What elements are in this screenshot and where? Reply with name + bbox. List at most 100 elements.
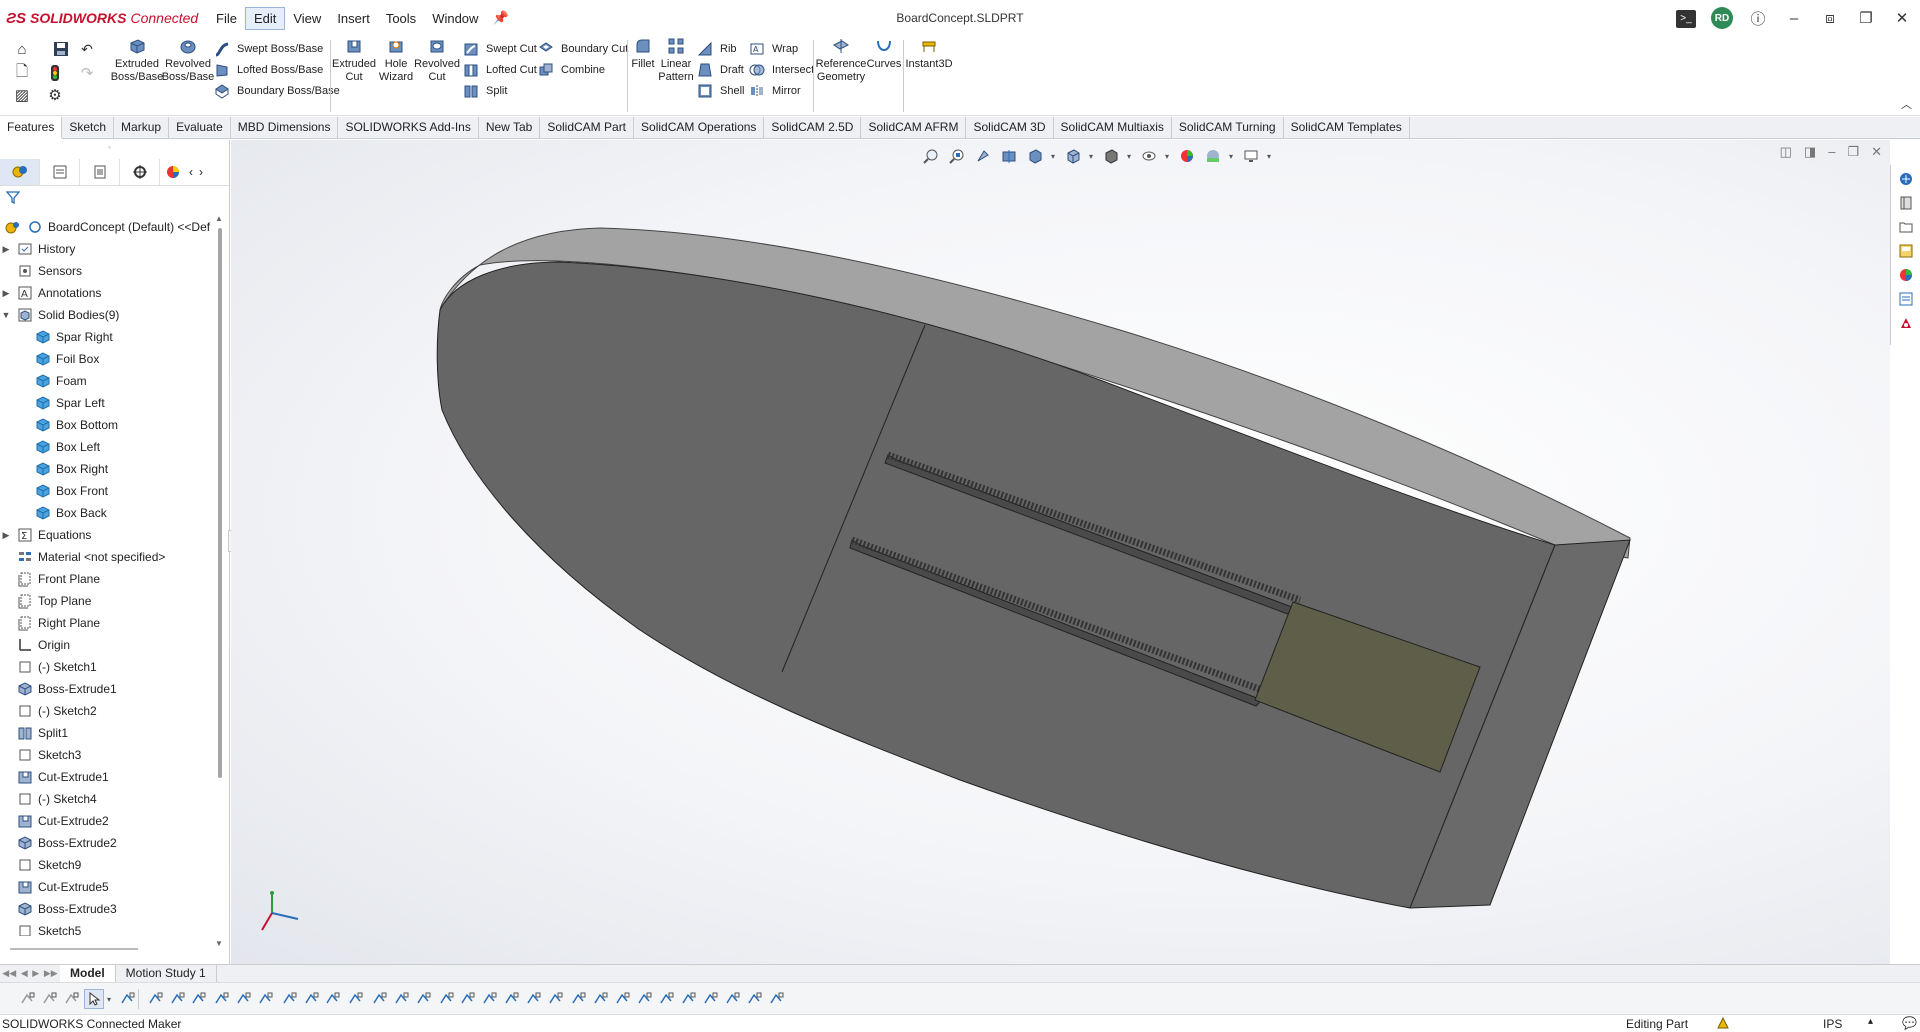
tab-new-tab[interactable]: New Tab bbox=[479, 117, 541, 139]
tree-item-foam[interactable]: Foam bbox=[0, 370, 214, 392]
reference-geometry-button[interactable]: Reference Geometry bbox=[816, 36, 866, 84]
dimxpert-manager-tab[interactable] bbox=[120, 158, 160, 185]
filter-toggle-icon[interactable] bbox=[40, 989, 60, 1009]
minimize-button[interactable]: – bbox=[1776, 10, 1812, 27]
tree-item-box-front[interactable]: Box Front bbox=[0, 480, 214, 502]
tab-sketch[interactable]: Sketch bbox=[62, 117, 115, 139]
tab-solidcam-turning[interactable]: SolidCAM Turning bbox=[1172, 117, 1284, 139]
tree-root[interactable]: BoardConcept (Default) <<Def bbox=[0, 216, 214, 238]
tab-solidcam-multiaxis[interactable]: SolidCAM Multiaxis bbox=[1054, 117, 1172, 139]
tree-item-cut-extrude5[interactable]: Cut-Extrude5 bbox=[0, 876, 214, 898]
filter-datum-icon[interactable] bbox=[502, 989, 522, 1009]
appearances-icon[interactable] bbox=[1896, 265, 1916, 285]
help-icon[interactable]: ⓘ bbox=[1740, 8, 1776, 29]
filter-centerlines-icon[interactable] bbox=[392, 989, 412, 1009]
scroll-down-icon[interactable]: ▼ bbox=[215, 939, 223, 948]
rebuild-status-icon[interactable] bbox=[1716, 1016, 1730, 1032]
tab-mbd-dimensions[interactable]: MBD Dimensions bbox=[231, 117, 339, 139]
tree-item-right-plane[interactable]: Right Plane bbox=[0, 612, 214, 634]
custom-properties-icon[interactable] bbox=[1896, 289, 1916, 309]
tree-item-sensors[interactable]: Sensors bbox=[0, 260, 214, 282]
tab-motion-study[interactable]: Motion Study 1 bbox=[116, 964, 217, 983]
tree-item-origin[interactable]: Origin bbox=[0, 634, 214, 656]
wrap-button[interactable]: A Wrap bbox=[748, 39, 798, 59]
tree-item-sketch1[interactable]: (-) Sketch1 bbox=[0, 656, 214, 678]
filter-surface-bodies-icon[interactable] bbox=[212, 989, 232, 1009]
property-manager-tab[interactable] bbox=[40, 158, 80, 185]
tree-item-foil-box[interactable]: Foil Box bbox=[0, 348, 214, 370]
split-button[interactable]: Split bbox=[462, 81, 507, 101]
expand-toggle-icon[interactable]: ▶ bbox=[0, 244, 12, 255]
boundary-boss-base-button[interactable]: Boundary Boss/Base bbox=[213, 81, 340, 101]
tree-item-solid-bodies-9[interactable]: ▼ Solid Bodies(9) bbox=[0, 304, 214, 326]
select-file-icon[interactable]: ▨ bbox=[11, 84, 33, 106]
menu-window[interactable]: Window bbox=[424, 8, 486, 29]
tree-item-box-bottom[interactable]: Box Bottom bbox=[0, 414, 214, 436]
combine-button[interactable]: Combine bbox=[537, 60, 605, 80]
tab-features[interactable]: Features bbox=[0, 117, 63, 139]
shell-button[interactable]: Shell bbox=[696, 81, 744, 101]
filter-annotation-icon[interactable] bbox=[767, 989, 787, 1009]
extruded-boss-base-button[interactable]: Extruded Boss/Base bbox=[111, 36, 163, 84]
filter-edges-icon[interactable] bbox=[168, 989, 188, 1009]
graphics-area[interactable]: ▾ ▾ ▾ ▾ ▾ ▾ ◫ ◨ – ❐ ✕ bbox=[231, 140, 1890, 964]
menu-insert[interactable]: Insert bbox=[329, 8, 378, 29]
draft-button[interactable]: Draft bbox=[696, 60, 744, 80]
extruded-cut-button[interactable]: Extruded Cut bbox=[332, 36, 376, 84]
filter-icon[interactable] bbox=[18, 989, 38, 1009]
revolved-cut-button[interactable]: Revolved Cut bbox=[414, 36, 460, 84]
intersect-button[interactable]: Intersect bbox=[748, 60, 814, 80]
tree-filter[interactable] bbox=[0, 186, 229, 208]
save-icon[interactable] bbox=[50, 38, 72, 60]
collapse-ribbon-icon[interactable]: ︿ bbox=[1901, 96, 1912, 112]
scroll-thumb[interactable] bbox=[218, 228, 222, 778]
tab-evaluate[interactable]: Evaluate bbox=[169, 117, 231, 139]
expand-toggle-icon[interactable]: ▶ bbox=[0, 288, 12, 299]
filter-mid-points-icon[interactable] bbox=[679, 989, 699, 1009]
file-explorer-icon[interactable] bbox=[1896, 217, 1916, 237]
tree-item-split1[interactable]: Split1 bbox=[0, 722, 214, 744]
revolved-boss-base-button[interactable]: Revolved Boss/Base bbox=[162, 36, 214, 84]
menu-view[interactable]: View bbox=[285, 8, 329, 29]
panel-grip-icon[interactable]: ◦ bbox=[108, 142, 111, 152]
tree-item-box-left[interactable]: Box Left bbox=[0, 436, 214, 458]
tree-item-boss-extrude3[interactable]: Boss-Extrude3 bbox=[0, 898, 214, 920]
configuration-manager-tab[interactable] bbox=[80, 158, 120, 185]
tree-item-top-plane[interactable]: Top Plane bbox=[0, 590, 214, 612]
filter-center-marks-icon[interactable] bbox=[370, 989, 390, 1009]
swept-boss-base-button[interactable]: Swept Boss/Base bbox=[213, 39, 323, 59]
feature-manager-tab[interactable] bbox=[0, 158, 40, 185]
filter-weld-icon[interactable] bbox=[524, 989, 544, 1009]
tree-item-front-plane[interactable]: Front Plane bbox=[0, 568, 214, 590]
tree-item-spar-left[interactable]: Spar Left bbox=[0, 392, 214, 414]
view-palette-icon[interactable] bbox=[1896, 241, 1916, 261]
swept-cut-button[interactable]: Swept Cut bbox=[462, 39, 537, 59]
tree-item-cut-extrude1[interactable]: Cut-Extrude1 bbox=[0, 766, 214, 788]
undo-icon[interactable]: ↶ bbox=[76, 38, 98, 60]
user-avatar[interactable]: RD bbox=[1704, 7, 1740, 29]
feedback-icon[interactable]: 💬 bbox=[1902, 1016, 1917, 1030]
filter-cross-section-icon[interactable] bbox=[745, 989, 765, 1009]
fillet-button[interactable]: Fillet bbox=[630, 36, 656, 71]
tree-item-boss-extrude1[interactable]: Boss-Extrude1 bbox=[0, 678, 214, 700]
filter-connection-points-icon[interactable] bbox=[635, 989, 655, 1009]
filter-faces-icon[interactable] bbox=[189, 989, 209, 1009]
home-icon[interactable]: ⌂ bbox=[11, 38, 33, 60]
filter-surface-finish-icon[interactable] bbox=[437, 989, 457, 1009]
tab-solidworks-add-ins[interactable]: SOLIDWORKS Add-Ins bbox=[338, 117, 479, 139]
filter-datum-target-icon[interactable] bbox=[546, 989, 566, 1009]
solidworks-resources-icon[interactable] bbox=[1896, 169, 1916, 189]
tab-scroll-arrows[interactable]: ‹ › bbox=[186, 165, 206, 179]
unit-system[interactable]: IPS bbox=[1823, 1017, 1842, 1031]
tree-item-box-right[interactable]: Box Right bbox=[0, 458, 214, 480]
tree-item-sketch5[interactable]: Sketch5 bbox=[0, 920, 214, 936]
filter-axes-icon[interactable] bbox=[256, 989, 276, 1009]
close-button[interactable]: ✕ bbox=[1884, 9, 1920, 27]
tree-item-equations[interactable]: ▶ Σ Equations bbox=[0, 524, 214, 546]
menu-file[interactable]: File bbox=[208, 8, 245, 29]
expand-toggle-icon[interactable]: ▼ bbox=[0, 310, 12, 320]
tree-item-cut-extrude2[interactable]: Cut-Extrude2 bbox=[0, 810, 214, 832]
new-file-icon[interactable]: 🗋 bbox=[11, 62, 33, 84]
board-model-3d[interactable] bbox=[231, 140, 1890, 964]
filter-notes-icon[interactable] bbox=[480, 989, 500, 1009]
